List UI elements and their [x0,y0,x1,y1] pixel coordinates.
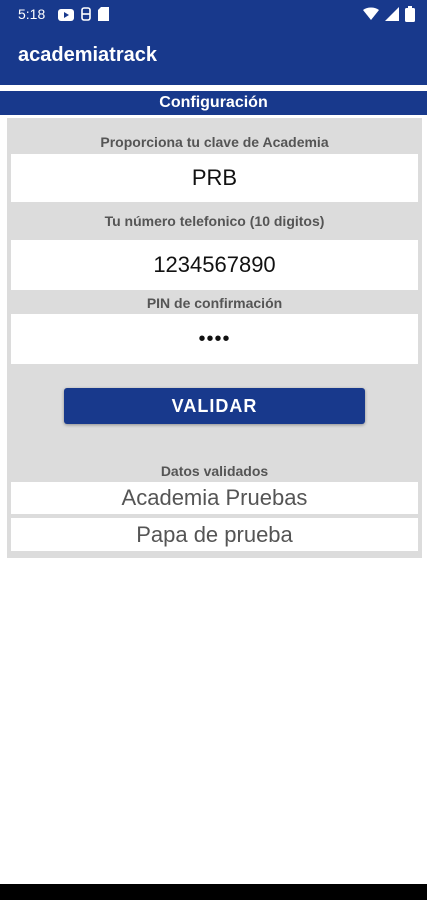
configuration-panel: Proporciona tu clave de Academia PRB Tu … [7,118,422,558]
signal-icon [385,7,399,26]
wifi-icon [363,7,379,26]
validated-data-label: Datos validados [160,463,269,479]
status-bar: 5:18 [0,0,427,30]
section-header: Configuración [0,90,427,115]
academy-name-value: Academia Pruebas [11,482,418,514]
academy-key-field[interactable]: PRB [11,154,418,202]
academy-key-label: Proporciona tu clave de Academia [100,134,329,150]
battery-icon [405,6,415,27]
phone-label: Tu número telefonico (10 digitos) [104,213,325,229]
sync-icon [80,7,92,26]
validate-button[interactable]: VALIDAR [64,388,365,424]
phone-field[interactable]: 1234567890 [11,240,418,290]
sim-icon [98,7,109,26]
status-time: 5:18 [18,6,46,22]
app-title: academiatrack [18,44,157,66]
navigation-bar [0,884,427,900]
parent-name-value: Papa de prueba [11,518,418,551]
pin-label: PIN de confirmación [146,295,283,311]
app-bar: academiatrack [0,30,427,85]
youtube-icon [58,8,74,26]
pin-field[interactable]: •••• [11,314,418,364]
